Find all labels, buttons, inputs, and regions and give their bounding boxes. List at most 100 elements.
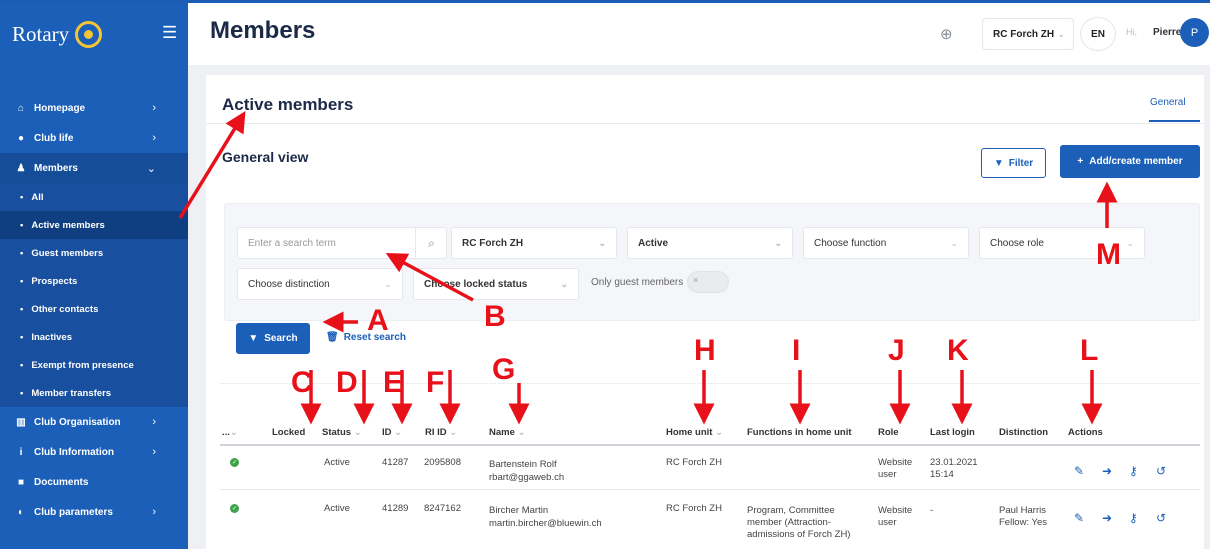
sidebar-item-club-life[interactable]: ● Club life › bbox=[0, 123, 188, 153]
folder-icon: ■ bbox=[17, 476, 25, 488]
chevron-down-icon: ⌄ bbox=[598, 237, 606, 248]
sidebar-subitem-all[interactable]: • All bbox=[0, 183, 188, 211]
sidebar-item-homepage[interactable]: ⌂ Homepage › bbox=[0, 93, 188, 123]
trash-icon: 🗑 bbox=[326, 332, 339, 343]
chevron-right-icon: › bbox=[152, 102, 156, 114]
chevron-down-icon: ⌄ bbox=[774, 237, 782, 248]
sidebar-subitem-prospects[interactable]: • Prospects bbox=[0, 267, 188, 295]
annotation-label-j: J bbox=[888, 334, 905, 367]
col-header-riid[interactable]: RI ID ⌄ bbox=[425, 427, 457, 438]
annotation-label-g: G bbox=[492, 353, 516, 386]
annotation-label-c: C bbox=[291, 366, 313, 399]
cell-id: 41287 bbox=[382, 457, 409, 468]
cell-status: Active bbox=[324, 503, 350, 514]
search-placeholder: Enter a search term bbox=[248, 237, 336, 249]
reset-search-button[interactable]: 🗑 Reset search bbox=[326, 332, 406, 343]
history-icon[interactable]: ↺ bbox=[1156, 464, 1166, 478]
sidebar-subitem-inactives[interactable]: • Inactives bbox=[0, 323, 188, 351]
search-button[interactable]: ▼ Search bbox=[236, 323, 310, 354]
sidebar-item-label: Club Organisation bbox=[34, 416, 121, 428]
annotation-label-d: D bbox=[336, 366, 358, 399]
cell-name: Bircher Martin bbox=[489, 505, 549, 516]
sidebar-item-club-organisation[interactable]: ▥ Club Organisation › bbox=[0, 407, 188, 437]
annotation-label-e: E bbox=[383, 366, 404, 399]
login-as-icon[interactable]: ➜ bbox=[1102, 511, 1112, 525]
status-filter-select[interactable]: Active ⌄ bbox=[627, 227, 793, 259]
club-selector[interactable]: RC Forch ZH ⌄ bbox=[982, 18, 1074, 50]
divider bbox=[220, 383, 1200, 384]
edit-icon[interactable]: ✎ bbox=[1074, 464, 1084, 478]
chevron-down-icon: ⌄ bbox=[950, 237, 958, 248]
sidebar-subitem-other-contacts[interactable]: • Other contacts bbox=[0, 295, 188, 323]
cell-last-login: 23.01.2021 15:14 bbox=[930, 457, 978, 480]
members-submenu: • All • Active members • Guest members • Pro… bbox=[0, 183, 188, 407]
globe-icon[interactable]: ⊕ bbox=[940, 25, 953, 43]
sidebar-subitem-exempt[interactable]: • Exempt from presence bbox=[0, 351, 188, 379]
col-header-id[interactable]: ID ⌄ bbox=[382, 427, 402, 438]
x-icon: × bbox=[693, 275, 699, 285]
col-header-name[interactable]: Name ⌄ bbox=[489, 427, 525, 438]
sidebar-item-documents[interactable]: ■ Documents bbox=[0, 467, 188, 497]
col-header-dots[interactable]: ...⌄ bbox=[222, 427, 238, 438]
key-icon[interactable]: ⚷ bbox=[1129, 464, 1138, 478]
sidebar-item-label: Homepage bbox=[34, 102, 86, 114]
cell-email[interactable]: martin.bircher@bluewin.ch bbox=[489, 518, 602, 530]
chevron-down-icon: ⌄ bbox=[384, 278, 392, 289]
key-icon[interactable]: ⚷ bbox=[1129, 511, 1138, 525]
add-member-button[interactable]: + Add/create member bbox=[1060, 145, 1200, 178]
annotation-label-m: M bbox=[1096, 238, 1121, 271]
club-filter-select[interactable]: RC Forch ZH ⌄ bbox=[451, 227, 617, 259]
subitem-label: Guest members bbox=[31, 247, 104, 259]
sidebar-subitem-active-members[interactable]: • Active members bbox=[0, 211, 188, 239]
menu-icon[interactable]: ☰ bbox=[162, 24, 177, 41]
distinction-filter-select[interactable]: Choose distinction ⌄ bbox=[237, 268, 403, 300]
chevron-right-icon: › bbox=[152, 506, 156, 518]
sidebar-subitem-guest-members[interactable]: • Guest members bbox=[0, 239, 188, 267]
section-title: General view bbox=[222, 149, 309, 165]
edit-icon[interactable]: ✎ bbox=[1074, 511, 1084, 525]
subitem-label: Exempt from presence bbox=[31, 359, 134, 371]
function-filter-select[interactable]: Choose function ⌄ bbox=[803, 227, 969, 259]
user-name[interactable]: Pierre bbox=[1153, 27, 1181, 38]
cell-functions: Program, Committee member (Attraction-ad… bbox=[747, 505, 851, 540]
sidebar-item-members[interactable]: ♟ Members ⌄ bbox=[0, 153, 188, 183]
subitem-label: All bbox=[31, 191, 44, 203]
login-as-icon[interactable]: ➜ bbox=[1102, 464, 1112, 478]
subitem-label: Other contacts bbox=[31, 303, 99, 315]
search-icon[interactable]: ⌕ bbox=[415, 227, 447, 259]
annotation-label-i: I bbox=[792, 334, 801, 367]
col-header-home-unit[interactable]: Home unit ⌄ bbox=[666, 427, 723, 438]
distinction-filter-value: Choose distinction bbox=[248, 278, 330, 290]
add-member-label: Add/create member bbox=[1089, 156, 1183, 167]
sidebar-item-club-parameters[interactable]: ◐ Club parameters › bbox=[0, 497, 188, 527]
greeting: Hi, bbox=[1126, 27, 1137, 37]
language-button[interactable]: EN bbox=[1080, 17, 1116, 51]
cell-id: 41289 bbox=[382, 503, 409, 514]
check-circle-icon: ✓ bbox=[230, 504, 239, 513]
app-window: Rotary ☰ ⌂ Homepage › ● Club life › ♟ Me… bbox=[0, 0, 1210, 549]
sidebar-item-club-information[interactable]: i Club Information › bbox=[0, 437, 188, 467]
sidebar-subitem-member-transfers[interactable]: • Member transfers bbox=[0, 379, 188, 407]
sidebar-logo[interactable]: Rotary ☰ bbox=[0, 3, 188, 65]
cell-name: Bartenstein Rolf bbox=[489, 459, 557, 470]
main-panel: Active members General General view ▼ Fi… bbox=[206, 75, 1204, 549]
filter-button-label: Filter bbox=[1008, 157, 1034, 169]
subitem-label: Member transfers bbox=[31, 387, 112, 399]
sidebar-item-label: Club life bbox=[34, 132, 74, 144]
toggle-icon: ◐ bbox=[17, 506, 25, 518]
sidebar-item-label: Club Information bbox=[34, 446, 114, 458]
tab-general[interactable]: General bbox=[1150, 97, 1186, 108]
cell-email[interactable]: rbart@ggaweb.ch bbox=[489, 472, 564, 484]
col-header-locked[interactable]: Locked bbox=[272, 427, 305, 438]
sidebar-item-label: Documents bbox=[34, 476, 89, 488]
avatar[interactable]: P bbox=[1180, 18, 1209, 47]
sidebar-item-label: Club parameters bbox=[34, 506, 113, 518]
filter-button[interactable]: ▼ Filter bbox=[981, 148, 1046, 178]
col-header-status[interactable]: Status ⌄ bbox=[322, 427, 362, 438]
guest-toggle[interactable]: × bbox=[687, 271, 729, 293]
history-icon[interactable]: ↺ bbox=[1156, 511, 1166, 525]
cell-home-unit: RC Forch ZH bbox=[666, 457, 722, 468]
chevron-down-icon: ⌄ bbox=[1057, 28, 1065, 39]
user-icon: ♟ bbox=[16, 162, 26, 174]
locked-filter-select[interactable]: Choose locked status ⌄ bbox=[413, 268, 579, 300]
